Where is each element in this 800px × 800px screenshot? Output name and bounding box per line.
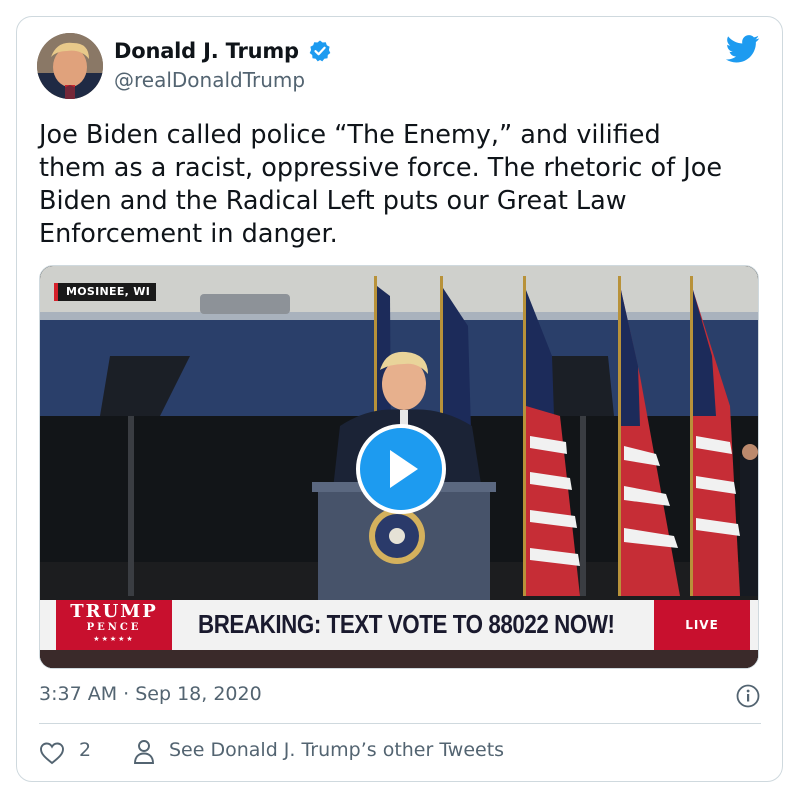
divider bbox=[39, 723, 761, 724]
crowd-strip bbox=[40, 650, 758, 668]
ticker-text: BREAKING: TEXT VOTE TO 88022 NOW! bbox=[198, 609, 615, 639]
play-icon bbox=[390, 450, 418, 488]
verified-badge-icon bbox=[309, 40, 331, 62]
tweet-card[interactable]: Donald J. Trump @realDonaldTrump Joe Bid… bbox=[16, 16, 783, 782]
see-other-tweets-link[interactable]: See Donald J. Trump’s other Tweets bbox=[169, 739, 504, 761]
video-player[interactable]: MOSINEE, WI TRUMP PENCE ★★★★★ BREAKING: … bbox=[39, 265, 759, 669]
logo-line1: TRUMP bbox=[70, 601, 158, 622]
person-icon[interactable] bbox=[133, 739, 155, 765]
author-name[interactable]: Donald J. Trump bbox=[114, 39, 299, 63]
tweet-timestamp[interactable]: 3:37 AM · Sep 18, 2020 bbox=[39, 683, 262, 705]
avatar[interactable] bbox=[37, 33, 103, 99]
like-count[interactable]: 2 bbox=[79, 739, 91, 761]
author-handle[interactable]: @realDonaldTrump bbox=[114, 68, 305, 92]
live-badge: LIVE bbox=[654, 600, 750, 650]
logo-stars: ★★★★★ bbox=[93, 635, 135, 643]
play-button[interactable] bbox=[356, 424, 446, 514]
twitter-bird-icon[interactable] bbox=[726, 35, 760, 63]
heart-icon[interactable] bbox=[39, 741, 65, 765]
tweet-text: Joe Biden called police “The Enemy,” and… bbox=[39, 120, 723, 249]
news-ticker: TRUMP PENCE ★★★★★ BREAKING: TEXT VOTE TO… bbox=[40, 600, 758, 650]
location-tag: MOSINEE, WI bbox=[54, 283, 157, 301]
trump-pence-logo: TRUMP PENCE ★★★★★ bbox=[56, 600, 172, 650]
info-icon[interactable] bbox=[736, 684, 760, 708]
logo-line2: PENCE bbox=[86, 622, 142, 633]
